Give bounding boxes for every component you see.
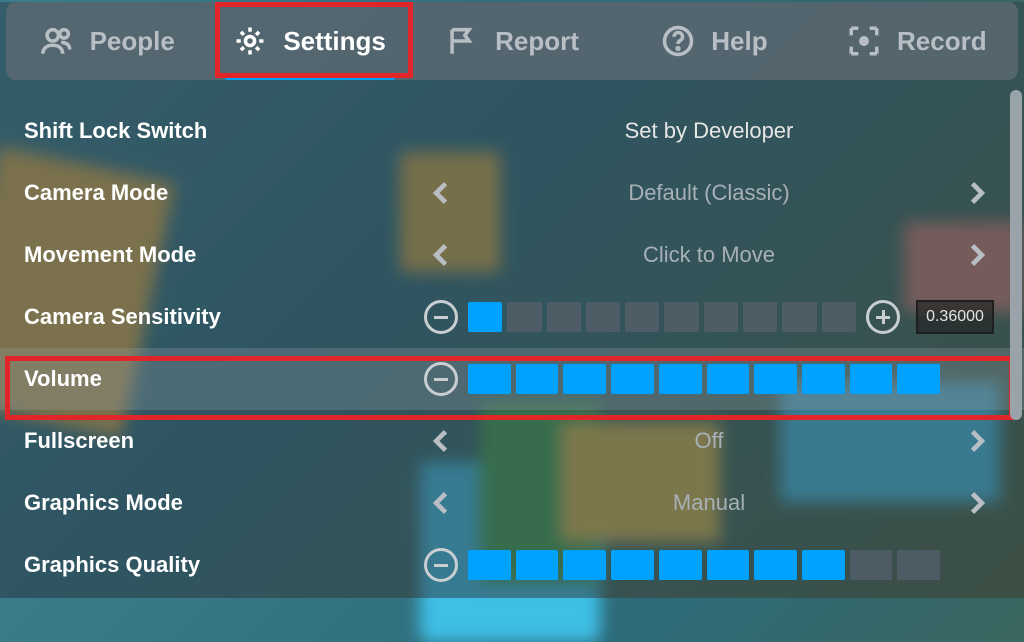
- slider-segment[interactable]: [707, 550, 750, 580]
- slider-segment[interactable]: [516, 550, 559, 580]
- slider-segment[interactable]: [850, 550, 893, 580]
- slider-segment[interactable]: [754, 550, 797, 580]
- setting-label: Shift Lock Switch: [24, 118, 424, 144]
- record-icon: [847, 24, 881, 58]
- slider-segment[interactable]: [802, 550, 845, 580]
- slider-segment[interactable]: [802, 364, 845, 394]
- slider-segment[interactable]: [743, 302, 777, 332]
- scroll-thumb[interactable]: [1010, 90, 1022, 420]
- row-graphics-mode: Graphics Mode Manual: [0, 472, 1024, 534]
- setting-value: Manual: [468, 490, 950, 516]
- flag-icon: [445, 24, 479, 58]
- chevron-right-icon[interactable]: [958, 485, 994, 521]
- tab-bar: People Settings Report Help: [6, 2, 1018, 80]
- slider-segment[interactable]: [563, 364, 606, 394]
- settings-panel: People Settings Report Help: [0, 2, 1024, 598]
- setting-value: Set by Developer: [424, 118, 994, 144]
- tab-record[interactable]: Record: [816, 2, 1018, 80]
- setting-label: Fullscreen: [24, 428, 424, 454]
- tab-label: Report: [495, 26, 579, 57]
- setting-label: Camera Sensitivity: [24, 304, 424, 330]
- setting-label: Camera Mode: [24, 180, 424, 206]
- slider-segment[interactable]: [707, 364, 750, 394]
- slider-segment[interactable]: [897, 364, 940, 394]
- setting-value: Default (Classic): [468, 180, 950, 206]
- decrease-button[interactable]: [424, 362, 458, 396]
- slider-segment[interactable]: [563, 550, 606, 580]
- slider-segment[interactable]: [850, 364, 893, 394]
- setting-value: Click to Move: [468, 242, 950, 268]
- slider-segment[interactable]: [516, 364, 559, 394]
- slider-segment[interactable]: [897, 550, 940, 580]
- slider-segment[interactable]: [468, 364, 511, 394]
- tab-help[interactable]: Help: [613, 2, 815, 80]
- sensitivity-value[interactable]: 0.36000: [916, 300, 994, 334]
- chevron-left-icon[interactable]: [424, 485, 460, 521]
- help-icon: [661, 24, 695, 58]
- row-movement-mode: Movement Mode Click to Move: [0, 224, 1024, 286]
- slider-segment[interactable]: [547, 302, 581, 332]
- row-shift-lock: Shift Lock Switch Set by Developer: [0, 100, 1024, 162]
- slider-segment[interactable]: [822, 302, 856, 332]
- tab-label: Record: [897, 26, 987, 57]
- row-fullscreen: Fullscreen Off: [0, 410, 1024, 472]
- tab-settings[interactable]: Settings: [208, 2, 410, 80]
- tab-label: Settings: [283, 26, 386, 57]
- slider-segment[interactable]: [754, 364, 797, 394]
- setting-label: Graphics Quality: [24, 552, 424, 578]
- chevron-left-icon[interactable]: [424, 237, 460, 273]
- chevron-right-icon[interactable]: [958, 423, 994, 459]
- tab-report[interactable]: Report: [411, 2, 613, 80]
- slider-segment[interactable]: [586, 302, 620, 332]
- slider-segment[interactable]: [507, 302, 541, 332]
- scrollbar[interactable]: [1008, 90, 1024, 598]
- chevron-right-icon[interactable]: [958, 175, 994, 211]
- slider-segment[interactable]: [659, 550, 702, 580]
- slider-segment[interactable]: [468, 302, 502, 332]
- row-camera-sensitivity: Camera Sensitivity 0.36000: [0, 286, 1024, 348]
- slider-segment[interactable]: [611, 550, 654, 580]
- increase-button[interactable]: [866, 300, 900, 334]
- row-camera-mode: Camera Mode Default (Classic): [0, 162, 1024, 224]
- setting-label: Movement Mode: [24, 242, 424, 268]
- slider-segment[interactable]: [664, 302, 698, 332]
- people-icon: [40, 24, 74, 58]
- setting-label: Graphics Mode: [24, 490, 424, 516]
- decrease-button[interactable]: [424, 548, 458, 582]
- setting-value: Off: [468, 428, 950, 454]
- settings-list: Shift Lock Switch Set by Developer Camer…: [0, 80, 1024, 596]
- chevron-right-icon[interactable]: [958, 237, 994, 273]
- setting-label: Volume: [24, 366, 424, 392]
- sensitivity-slider[interactable]: [468, 302, 856, 332]
- chevron-left-icon[interactable]: [424, 175, 460, 211]
- row-graphics-quality: Graphics Quality: [0, 534, 1024, 596]
- tab-people[interactable]: People: [6, 2, 208, 80]
- slider-segment[interactable]: [659, 364, 702, 394]
- gear-icon: [233, 24, 267, 58]
- slider-segment[interactable]: [782, 302, 816, 332]
- decrease-button[interactable]: [424, 300, 458, 334]
- slider-segment[interactable]: [611, 364, 654, 394]
- slider-segment[interactable]: [468, 550, 511, 580]
- graphics-quality-slider[interactable]: [468, 550, 940, 580]
- row-volume: Volume: [0, 348, 1024, 410]
- volume-slider[interactable]: [468, 364, 940, 394]
- tab-label: People: [90, 26, 175, 57]
- slider-segment[interactable]: [704, 302, 738, 332]
- tab-label: Help: [711, 26, 767, 57]
- slider-segment[interactable]: [625, 302, 659, 332]
- chevron-left-icon[interactable]: [424, 423, 460, 459]
